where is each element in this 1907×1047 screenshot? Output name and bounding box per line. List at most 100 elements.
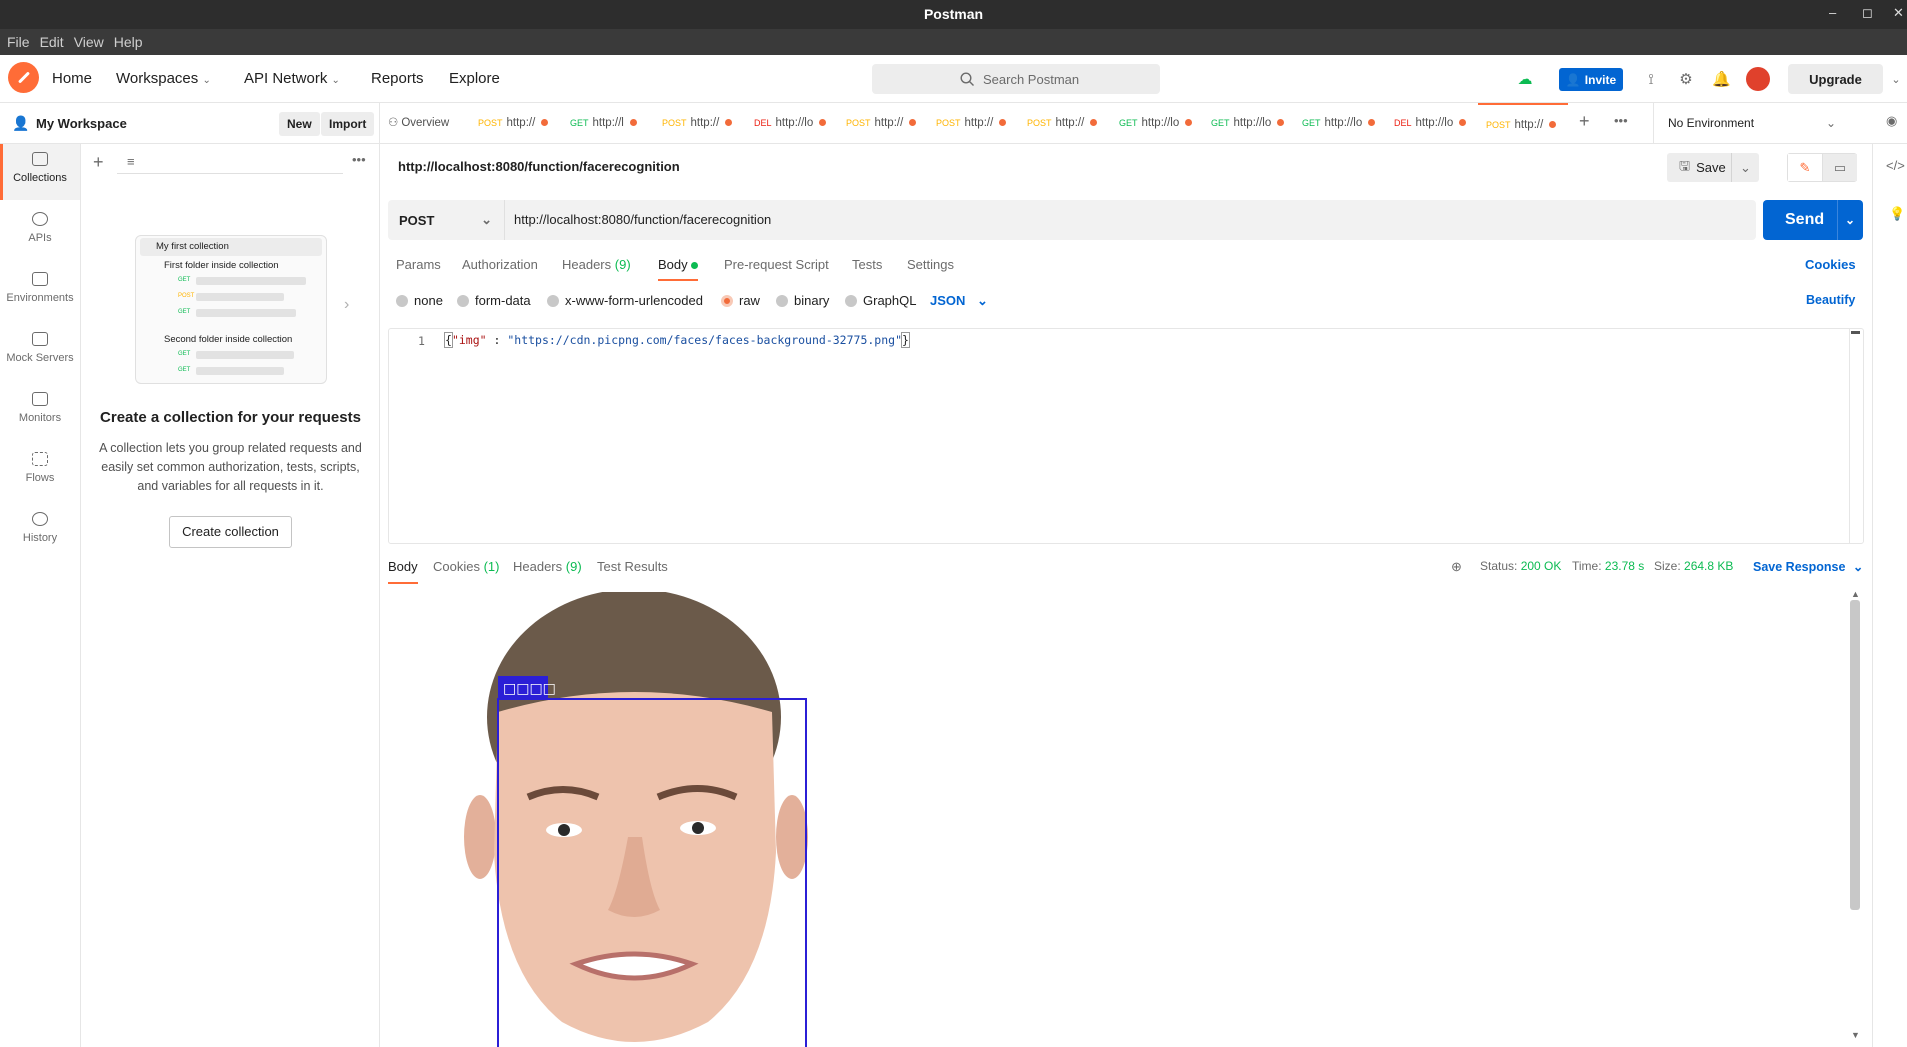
radio-raw[interactable]: raw xyxy=(721,293,760,308)
face-box-label: □□□□ xyxy=(503,681,556,697)
radio-graphql[interactable]: GraphQL xyxy=(845,293,916,308)
chevron-down-icon: ⌄ xyxy=(977,293,988,308)
plus-icon[interactable]: + xyxy=(93,152,104,173)
radio-binary[interactable]: binary xyxy=(776,293,829,308)
save-button[interactable]: 🖫 Save ⌄ xyxy=(1667,153,1759,182)
tab-request[interactable]: GET http://lo xyxy=(1302,103,1378,143)
code-icon[interactable]: </> xyxy=(1886,158,1905,173)
menu-file[interactable]: File xyxy=(7,34,30,50)
workspace-name[interactable]: My Workspace xyxy=(36,116,127,131)
subtab-params[interactable]: Params xyxy=(396,257,441,272)
menu-view[interactable]: View xyxy=(74,34,104,50)
nav-explore[interactable]: Explore xyxy=(449,70,500,87)
minimize-icon[interactable]: – xyxy=(1829,5,1836,20)
lightbulb-icon[interactable]: 💡 xyxy=(1889,206,1905,222)
gear-icon[interactable]: ⚙ xyxy=(1677,71,1695,89)
request-title[interactable]: http://localhost:8080/function/facerecog… xyxy=(398,159,680,174)
cookies-count: (1) xyxy=(483,559,500,574)
editor-scrollbar[interactable] xyxy=(1849,329,1861,543)
menu-help[interactable]: Help xyxy=(114,34,143,50)
scroll-down-icon[interactable]: ▼ xyxy=(1851,1030,1860,1040)
eye-icon[interactable]: ◉ xyxy=(1886,113,1897,129)
new-button[interactable]: New xyxy=(279,112,320,136)
new-tab-icon[interactable]: + xyxy=(1579,111,1590,132)
invite-button[interactable]: 👤 Invite xyxy=(1559,68,1623,91)
response-tab-headers[interactable]: Headers (9) xyxy=(513,559,582,574)
rail-item-collections[interactable]: Collections xyxy=(0,144,80,200)
rail-item-mock-servers[interactable]: Mock Servers xyxy=(0,324,80,380)
rail-item-environments[interactable]: Environments xyxy=(0,264,80,320)
pencil-icon[interactable]: ✎ xyxy=(1788,154,1823,181)
nav-workspaces[interactable]: Workspaces ⌄ xyxy=(116,70,211,87)
close-icon[interactable]: ✕ xyxy=(1893,5,1904,21)
maximize-icon[interactable]: ◻ xyxy=(1862,5,1873,21)
body-format-select[interactable]: JSON ⌄ xyxy=(930,293,988,309)
more-icon[interactable]: ••• xyxy=(352,152,366,167)
method-select[interactable]: POST ⌄ xyxy=(388,200,505,240)
status-info[interactable]: Status: 200 OK xyxy=(1480,559,1561,573)
import-button[interactable]: Import xyxy=(321,112,375,136)
tab-request[interactable]: POST http:// xyxy=(846,103,922,143)
globe-icon[interactable]: ⊕ xyxy=(1451,559,1462,575)
tab-request[interactable]: GET http://lo xyxy=(1211,103,1287,143)
environment-select[interactable]: No Environment ⌄ xyxy=(1653,103,1848,143)
size-info[interactable]: Size: 264.8 KB xyxy=(1654,559,1733,573)
tab-request[interactable]: DEL http://lo xyxy=(1394,103,1470,143)
filter-input[interactable]: ≡ xyxy=(117,152,343,174)
subtab-settings[interactable]: Settings xyxy=(907,257,954,272)
rail-item-flows[interactable]: Flows xyxy=(0,444,80,500)
create-collection-button[interactable]: Create collection xyxy=(169,516,292,548)
subtab-headers[interactable]: Headers (9) xyxy=(562,257,631,272)
rail-item-apis[interactable]: APIs xyxy=(0,204,80,260)
rail-item-history[interactable]: History xyxy=(0,504,80,560)
response-scrollbar[interactable] xyxy=(1850,600,1860,910)
menu-edit[interactable]: Edit xyxy=(40,34,64,50)
subtab-body[interactable]: Body xyxy=(658,257,699,281)
tab-request[interactable]: GET http://lo xyxy=(1119,103,1195,143)
beautify-link[interactable]: Beautify xyxy=(1806,293,1855,307)
subtab-tests[interactable]: Tests xyxy=(852,257,882,272)
radio-urlencoded[interactable]: x-www-form-urlencoded xyxy=(547,293,703,308)
more-tabs-icon[interactable]: ••• xyxy=(1614,113,1628,128)
rail-item-monitors[interactable]: Monitors xyxy=(0,384,80,440)
tab-request[interactable]: POST http:// xyxy=(662,103,738,143)
response-tab-body[interactable]: Body xyxy=(388,559,418,584)
response-tab-test-results[interactable]: Test Results xyxy=(597,559,668,574)
cloud-sync-icon[interactable]: ☁ xyxy=(1516,71,1534,89)
tab-request-active[interactable]: POST http:// xyxy=(1478,103,1568,143)
chevron-down-icon[interactable]: ⌄ xyxy=(1887,71,1905,89)
satellite-icon[interactable]: ⟟ xyxy=(1642,71,1660,89)
code-separator: : xyxy=(486,333,508,347)
search-bar[interactable]: Search Postman xyxy=(872,64,1160,94)
subtab-authorization[interactable]: Authorization xyxy=(462,257,538,272)
upgrade-button[interactable]: Upgrade xyxy=(1788,64,1883,94)
nav-reports[interactable]: Reports xyxy=(371,70,424,87)
bell-icon[interactable]: 🔔 xyxy=(1712,71,1731,89)
tab-request[interactable]: DEL http://lo xyxy=(754,103,830,143)
tab-request[interactable]: POST http:// xyxy=(1027,103,1103,143)
code-brace: { xyxy=(444,332,453,348)
scroll-up-icon[interactable]: ▲ xyxy=(1851,589,1860,599)
nav-home[interactable]: Home xyxy=(52,70,92,87)
tab-request[interactable]: POST http:// xyxy=(478,103,554,143)
save-response-button[interactable]: Save Response ⌄ xyxy=(1753,559,1863,574)
avatar[interactable] xyxy=(1746,67,1770,91)
tab-request[interactable]: POST http:// xyxy=(936,103,1012,143)
url-input[interactable]: http://localhost:8080/function/facerecog… xyxy=(514,212,771,227)
subtab-pre-request-script[interactable]: Pre-request Script xyxy=(724,257,829,272)
radio-form-data[interactable]: form-data xyxy=(457,293,531,308)
response-tab-cookies[interactable]: Cookies (1) xyxy=(433,559,499,574)
body-editor[interactable] xyxy=(388,328,1864,544)
time-info[interactable]: Time: 23.78 s xyxy=(1572,559,1644,573)
user-icon: 👤 xyxy=(12,115,30,131)
tab-request[interactable]: GET http://l xyxy=(570,103,646,143)
send-button[interactable]: Send ⌄ xyxy=(1763,200,1863,240)
status-value: 200 OK xyxy=(1520,559,1562,573)
nav-api-network[interactable]: API Network ⌄ xyxy=(244,70,340,87)
unsaved-dot xyxy=(1185,119,1193,126)
cookies-link[interactable]: Cookies xyxy=(1805,257,1856,272)
tab-overview[interactable]: ⚇ Overview xyxy=(388,103,458,143)
comment-icon[interactable]: ▭ xyxy=(1823,154,1857,181)
postman-logo-icon[interactable] xyxy=(8,62,39,93)
radio-none[interactable]: none xyxy=(396,293,443,308)
